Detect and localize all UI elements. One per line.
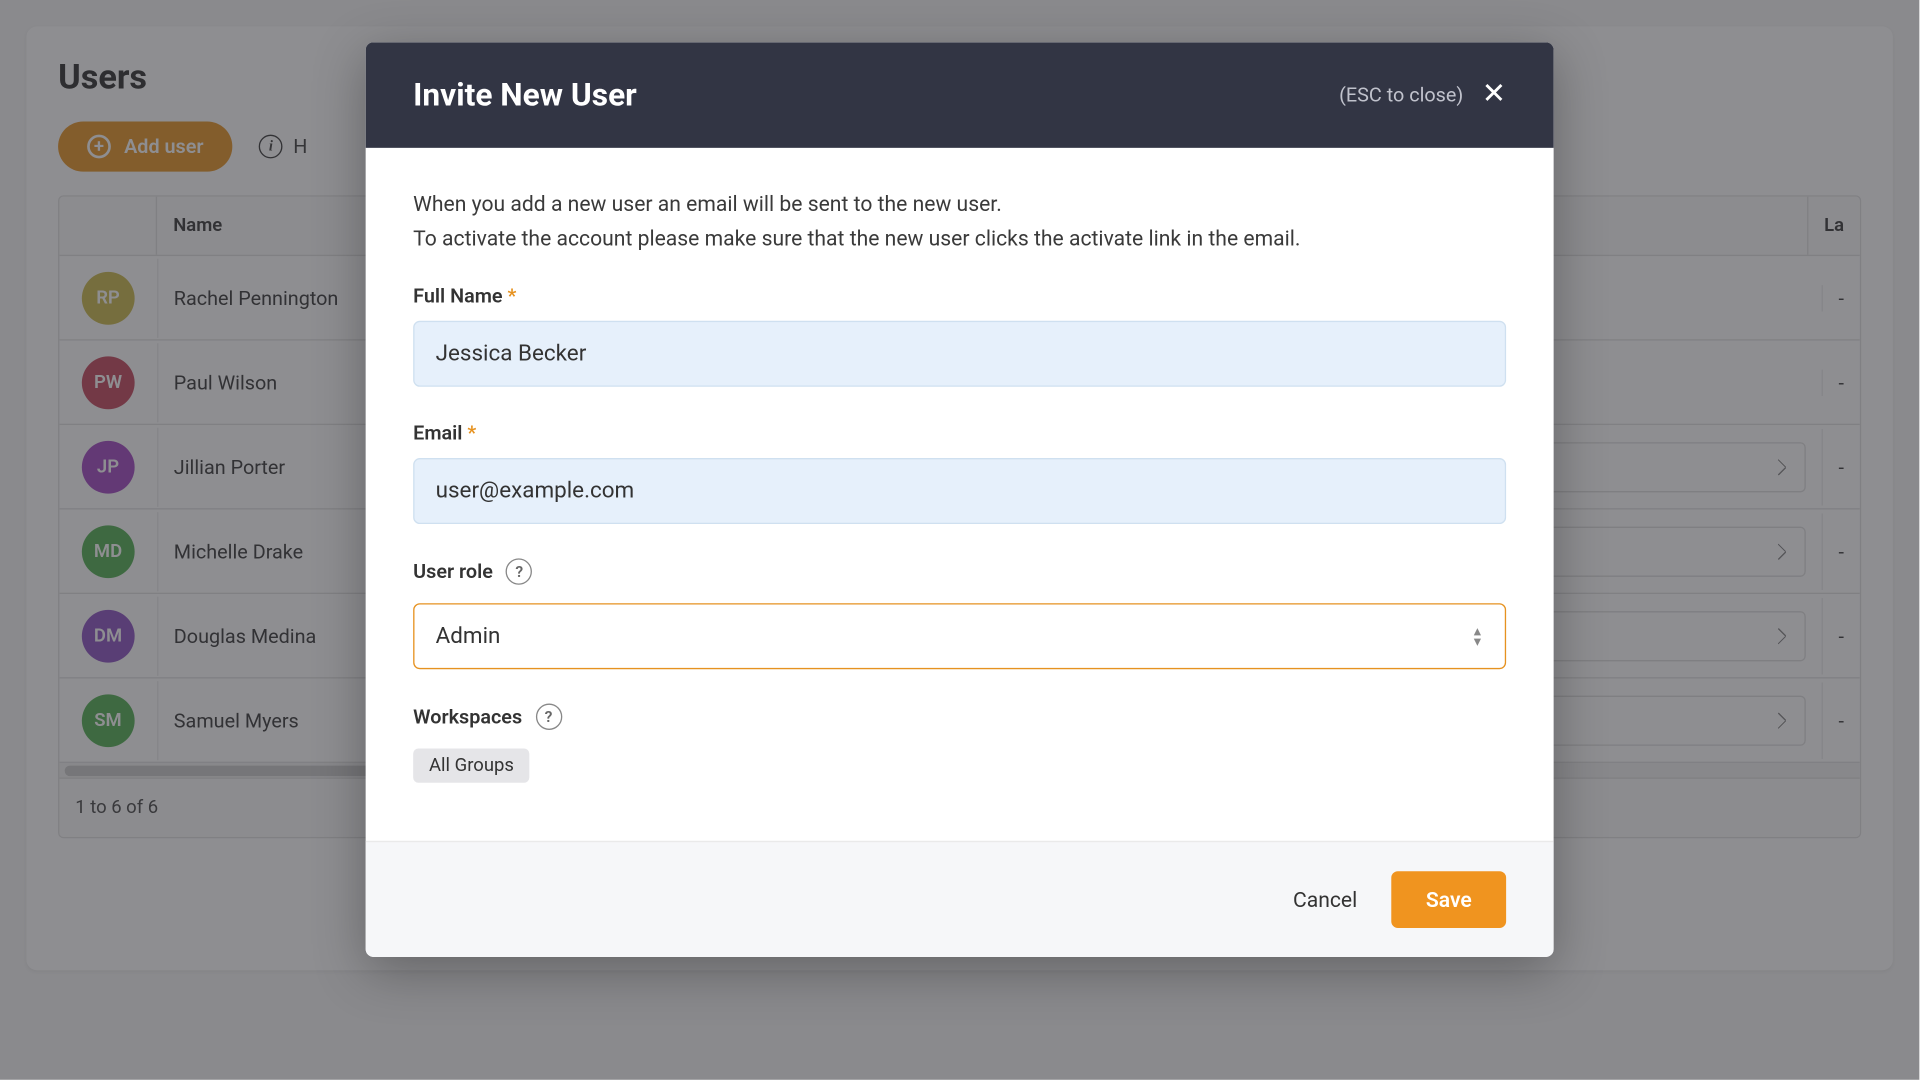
cancel-button[interactable]: Cancel xyxy=(1293,887,1357,912)
chevron-updown-icon: ▴▾ xyxy=(1474,626,1481,646)
email-label: Email * xyxy=(413,421,1506,445)
full-name-input[interactable] xyxy=(413,321,1506,387)
save-button[interactable]: Save xyxy=(1392,871,1507,928)
workspace-chip[interactable]: All Groups xyxy=(413,749,530,783)
full-name-label: Full Name * xyxy=(413,284,1506,308)
invite-user-modal: Invite New User (ESC to close) ✕ When yo… xyxy=(366,42,1554,957)
modal-title: Invite New User xyxy=(413,77,637,114)
esc-hint: (ESC to close) xyxy=(1339,83,1463,107)
modal-overlay[interactable]: Invite New User (ESC to close) ✕ When yo… xyxy=(0,0,1919,1080)
workspaces-label: Workspaces xyxy=(413,705,522,729)
help-icon[interactable]: ? xyxy=(535,704,561,730)
user-role-select[interactable]: Admin ▴▾ xyxy=(413,603,1506,669)
modal-instructions: When you add a new user an email will be… xyxy=(413,187,1506,255)
email-input[interactable] xyxy=(413,458,1506,524)
help-icon[interactable]: ? xyxy=(506,559,532,585)
close-icon[interactable]: ✕ xyxy=(1482,81,1506,110)
user-role-label: User role xyxy=(413,560,493,584)
